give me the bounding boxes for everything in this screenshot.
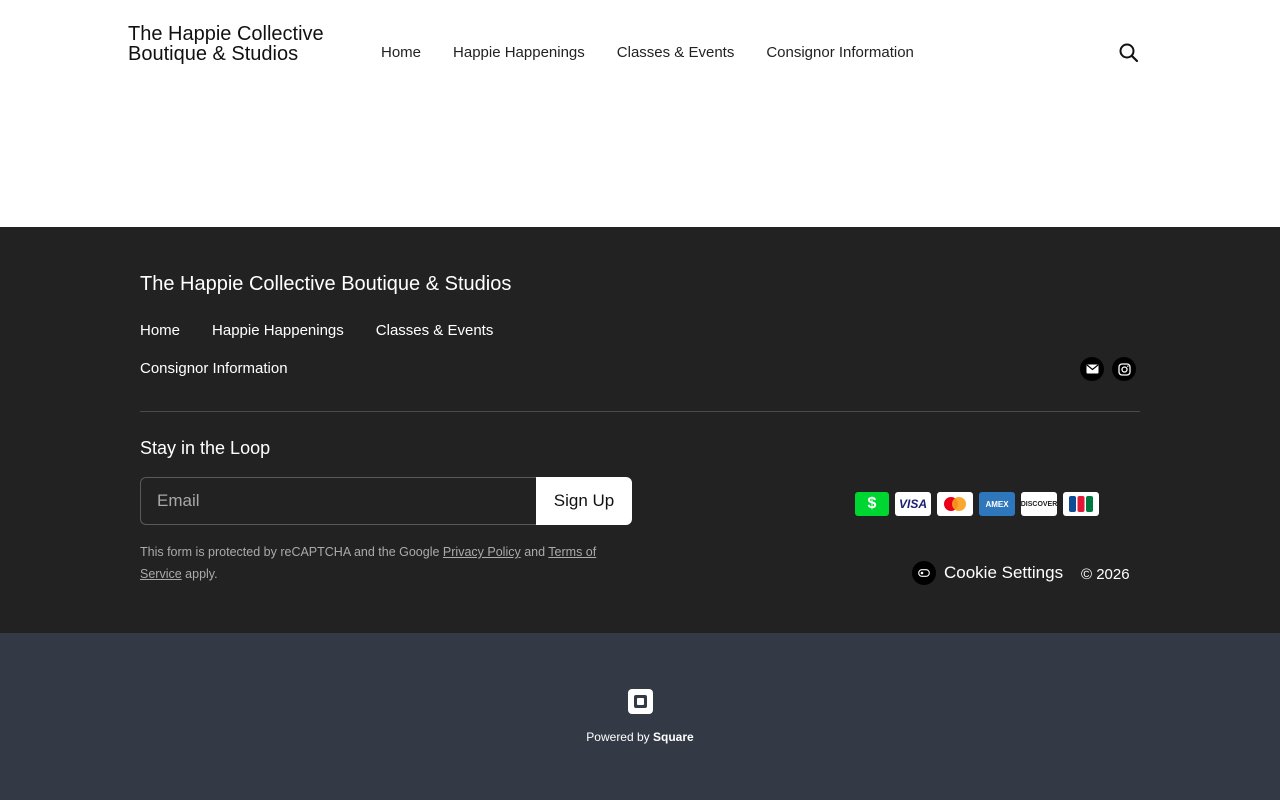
- discover-icon: DISCOVER: [1021, 492, 1057, 516]
- footer-nav-classes-events[interactable]: Classes & Events: [376, 322, 494, 339]
- nav-consignor-information[interactable]: Consignor Information: [766, 44, 914, 61]
- payment-methods: $ VISA AMEX DISCOVER: [855, 492, 1099, 516]
- mastercard-icon: [937, 492, 973, 516]
- jcb-icon: [1063, 492, 1099, 516]
- amex-icon: AMEX: [979, 492, 1015, 516]
- privacy-policy-link[interactable]: Privacy Policy: [443, 545, 521, 559]
- nav-home[interactable]: Home: [381, 44, 421, 61]
- footer-divider: [140, 411, 1140, 412]
- mail-icon[interactable]: [1080, 357, 1104, 381]
- nav-classes-events[interactable]: Classes & Events: [617, 44, 735, 61]
- copyright: © 2026: [1081, 566, 1130, 583]
- footer-nav: Home Happie Happenings Classes & Events: [140, 322, 493, 339]
- signup-button[interactable]: Sign Up: [536, 477, 632, 525]
- cash-app-icon: $: [855, 492, 889, 516]
- powered-by-bar: Powered by Square: [0, 633, 1280, 800]
- footer-title: The Happie Collective Boutique & Studios: [140, 273, 512, 295]
- nav-happie-happenings[interactable]: Happie Happenings: [453, 44, 585, 61]
- newsletter-title: Stay in the Loop: [140, 438, 271, 458]
- visa-icon: VISA: [895, 492, 931, 516]
- cookie-icon: [912, 561, 936, 585]
- instagram-icon[interactable]: [1112, 357, 1136, 381]
- footer-nav-consignor-information[interactable]: Consignor Information: [140, 360, 288, 377]
- cookie-settings-button[interactable]: Cookie Settings: [912, 561, 1063, 585]
- footer-nav-home[interactable]: Home: [140, 322, 180, 339]
- cookie-settings-label: Cookie Settings: [944, 563, 1064, 582]
- square-logo-icon[interactable]: [628, 689, 653, 714]
- site-footer: The Happie Collective Boutique & Studios…: [0, 227, 1280, 633]
- footer-nav-happie-happenings[interactable]: Happie Happenings: [212, 322, 344, 339]
- powered-by-text[interactable]: Powered by Square: [0, 730, 1280, 744]
- recaptcha-notice: This form is protected by reCAPTCHA and …: [140, 545, 597, 581]
- site-logo[interactable]: The Happie Collective Boutique & Studios: [128, 24, 328, 64]
- email-field[interactable]: [140, 477, 537, 525]
- site-header: The Happie Collective Boutique & Studios…: [0, 0, 1280, 227]
- main-nav: Home Happie Happenings Classes & Events …: [381, 44, 914, 61]
- search-icon[interactable]: [1118, 42, 1140, 64]
